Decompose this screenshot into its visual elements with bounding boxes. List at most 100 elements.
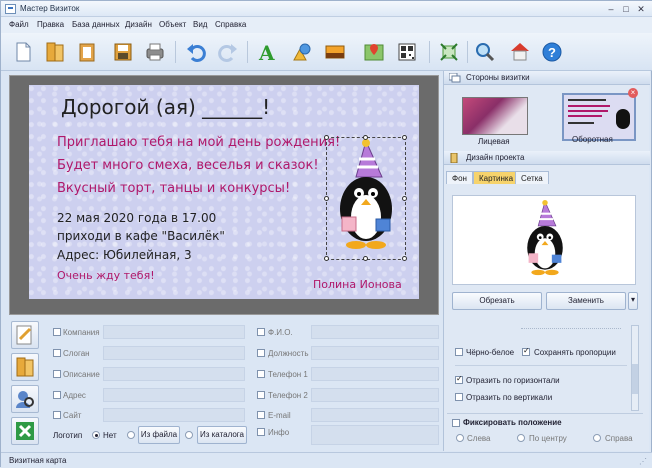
help-icon[interactable]: ? bbox=[540, 40, 564, 64]
card-date[interactable]: 22 мая 2020 года в 17.00 bbox=[57, 211, 216, 225]
resize-grip-icon[interactable]: ⋰ bbox=[639, 457, 647, 466]
fix-position-checkbox[interactable] bbox=[452, 419, 460, 427]
info-input[interactable] bbox=[311, 425, 439, 445]
card-line1[interactable]: Приглашаю тебя на мой день рождения! bbox=[57, 135, 340, 150]
resize-handle[interactable] bbox=[324, 256, 329, 261]
front-side-label: Лицевая bbox=[478, 137, 510, 146]
site-checkbox[interactable] bbox=[53, 411, 61, 419]
replace-button[interactable]: Заменить bbox=[546, 292, 626, 310]
align-center-radio[interactable] bbox=[517, 434, 525, 442]
redo-icon[interactable] bbox=[216, 40, 240, 64]
paste-icon[interactable] bbox=[75, 40, 99, 64]
card-greeting[interactable]: Дорогой (ая) ______! bbox=[61, 95, 270, 119]
description-checkbox[interactable] bbox=[53, 370, 61, 378]
maximize-icon[interactable]: □ bbox=[620, 3, 632, 15]
description-input[interactable] bbox=[103, 367, 245, 381]
site-input[interactable] bbox=[103, 408, 245, 422]
templates-button[interactable] bbox=[11, 353, 39, 381]
front-side-thumbnail[interactable] bbox=[462, 97, 528, 135]
phone2-input[interactable] bbox=[311, 388, 439, 402]
position-input[interactable] bbox=[311, 346, 439, 360]
email-checkbox[interactable] bbox=[257, 411, 265, 419]
excel-import-button[interactable] bbox=[11, 417, 39, 445]
phone1-input[interactable] bbox=[311, 367, 439, 381]
company-input[interactable] bbox=[103, 325, 245, 339]
logo-none-radio[interactable] bbox=[92, 431, 100, 439]
info-checkbox[interactable] bbox=[257, 428, 265, 436]
card-place[interactable]: приходи в кафе "Василёк" bbox=[57, 229, 225, 243]
keep-ratio-checkbox[interactable] bbox=[522, 346, 530, 356]
home-icon[interactable] bbox=[508, 40, 532, 64]
options-scrollbar[interactable] bbox=[631, 325, 639, 411]
tab-grid[interactable]: Сетка bbox=[515, 171, 549, 184]
menu-help[interactable]: Справка bbox=[215, 20, 246, 29]
phone2-checkbox[interactable] bbox=[257, 391, 265, 399]
card-signature[interactable]: Полина Ионова bbox=[313, 278, 402, 291]
map-icon[interactable] bbox=[362, 40, 386, 64]
flip-h-checkbox[interactable] bbox=[455, 374, 463, 384]
menu-edit[interactable]: Правка bbox=[37, 20, 64, 29]
resize-handle[interactable] bbox=[402, 256, 407, 261]
undo-icon[interactable] bbox=[184, 40, 208, 64]
contacts-button[interactable] bbox=[11, 385, 39, 413]
flip-v-label: Отразить по вертикали bbox=[466, 393, 553, 402]
open-folder-icon[interactable] bbox=[43, 40, 67, 64]
fio-input[interactable] bbox=[311, 325, 439, 339]
slogan-checkbox[interactable] bbox=[53, 349, 61, 357]
qr-code-icon[interactable] bbox=[395, 40, 419, 64]
address-input[interactable] bbox=[103, 388, 245, 402]
replace-dropdown-icon[interactable]: ▾ bbox=[628, 292, 638, 310]
card-line3[interactable]: Вкусный торт, танцы и конкурсы! bbox=[57, 181, 290, 196]
close-icon[interactable]: ✕ bbox=[635, 3, 647, 15]
site-label: Сайт bbox=[63, 411, 82, 420]
fio-label: Ф.И.О. bbox=[268, 328, 293, 337]
image-icon[interactable] bbox=[323, 40, 347, 64]
card-wait[interactable]: Очень жду тебя! bbox=[57, 269, 155, 282]
card-address[interactable]: Адрес: Юбилейная, 3 bbox=[57, 248, 192, 262]
flip-v-checkbox[interactable] bbox=[455, 393, 463, 401]
save-icon[interactable] bbox=[111, 40, 135, 64]
back-side-thumbnail[interactable] bbox=[562, 93, 636, 141]
slogan-input[interactable] bbox=[103, 346, 245, 360]
align-right-radio[interactable] bbox=[593, 434, 601, 442]
edit-text-button[interactable] bbox=[11, 321, 39, 349]
text-icon[interactable]: A bbox=[255, 40, 279, 65]
fio-checkbox[interactable] bbox=[257, 328, 265, 336]
resize-handle[interactable] bbox=[402, 135, 407, 140]
shapes-icon[interactable] bbox=[289, 40, 313, 64]
menu-view[interactable]: Вид bbox=[193, 20, 207, 29]
from-catalog-button[interactable]: Из каталога bbox=[197, 426, 247, 444]
resize-handle[interactable] bbox=[324, 196, 329, 201]
crop-button[interactable]: Обрезать bbox=[452, 292, 542, 310]
resize-handle[interactable] bbox=[363, 135, 368, 140]
zoom-icon[interactable] bbox=[473, 40, 497, 64]
fit-icon[interactable] bbox=[437, 40, 461, 64]
delete-side-icon[interactable]: × bbox=[628, 88, 638, 98]
new-file-icon[interactable] bbox=[11, 40, 35, 64]
tab-background[interactable]: Фон bbox=[446, 171, 473, 184]
tab-picture[interactable]: Картинка bbox=[473, 171, 520, 184]
from-file-button[interactable]: Из файла bbox=[138, 426, 180, 444]
resize-handle[interactable] bbox=[363, 256, 368, 261]
phone1-checkbox[interactable] bbox=[257, 370, 265, 378]
menu-database[interactable]: База данных bbox=[72, 20, 120, 29]
logo-catalog-radio[interactable] bbox=[185, 431, 193, 439]
logo-file-radio[interactable] bbox=[127, 431, 135, 439]
align-left-radio[interactable] bbox=[456, 434, 464, 442]
address-checkbox[interactable] bbox=[53, 391, 61, 399]
resize-handle[interactable] bbox=[402, 196, 407, 201]
position-checkbox[interactable] bbox=[257, 349, 265, 357]
minimize-icon[interactable]: – bbox=[605, 3, 617, 15]
scrollbar-thumb[interactable] bbox=[632, 364, 638, 394]
company-checkbox[interactable] bbox=[53, 328, 61, 336]
address-label: Адрес bbox=[63, 391, 86, 400]
menu-file[interactable]: Файл bbox=[9, 20, 29, 29]
card-line2[interactable]: Будет много смеха, веселья и сказок! bbox=[57, 158, 319, 173]
resize-handle[interactable] bbox=[324, 135, 329, 140]
menu-design[interactable]: Дизайн bbox=[125, 20, 152, 29]
menu-object[interactable]: Объект bbox=[159, 20, 186, 29]
toolbar-separator bbox=[247, 41, 248, 63]
bw-checkbox[interactable] bbox=[455, 348, 463, 356]
email-input[interactable] bbox=[311, 408, 439, 422]
print-icon[interactable] bbox=[143, 40, 167, 64]
